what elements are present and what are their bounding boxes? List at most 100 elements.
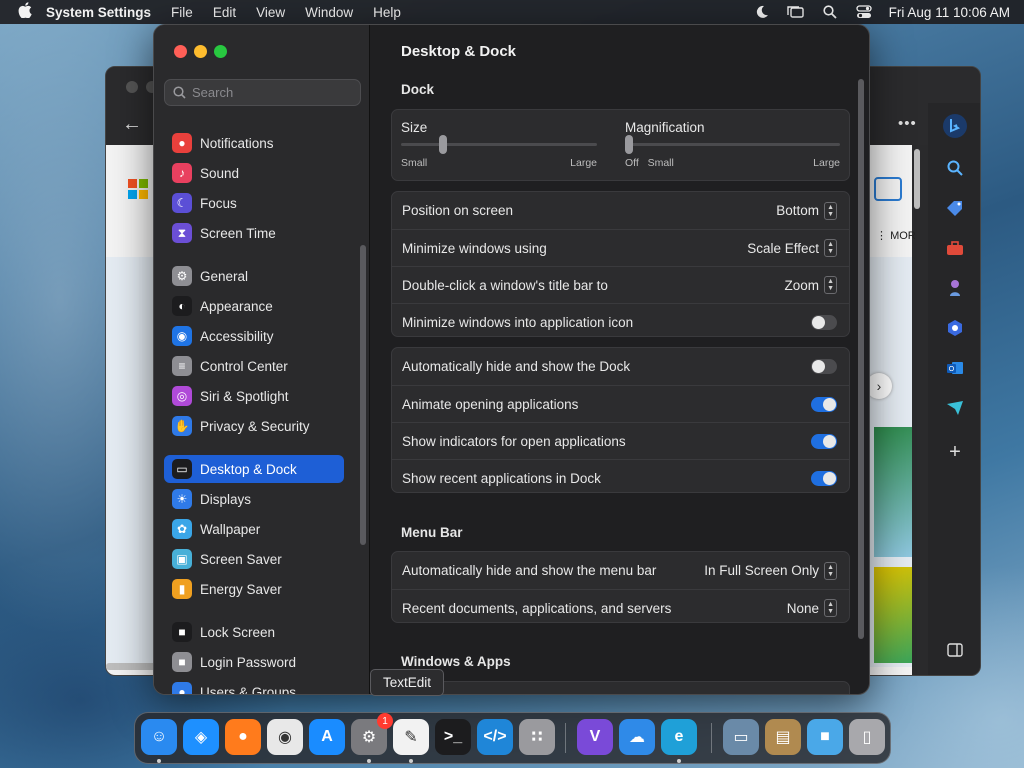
stage-manager-icon[interactable] bbox=[779, 5, 813, 19]
zoom-button[interactable] bbox=[214, 45, 227, 58]
content-scrollbar[interactable] bbox=[858, 79, 864, 639]
running-indicator bbox=[677, 759, 681, 763]
send-icon[interactable] bbox=[942, 395, 968, 421]
shopping-tag-icon[interactable] bbox=[942, 195, 968, 221]
sidebar-item-login-password[interactable]: ■ Login Password bbox=[164, 648, 344, 676]
add-icon[interactable]: + bbox=[942, 439, 968, 465]
popup-button[interactable]: Bottom ▲ ▼ bbox=[776, 201, 837, 220]
finder-icon[interactable]: ☺ bbox=[141, 719, 177, 755]
sidebar-item-focus[interactable]: ☾ Focus bbox=[164, 189, 344, 217]
sidebar-item-label: Sound bbox=[200, 165, 240, 181]
menu-window[interactable]: Window bbox=[295, 5, 363, 20]
close-button[interactable] bbox=[174, 45, 187, 58]
more-options-icon[interactable]: ••• bbox=[898, 115, 917, 132]
launchpad-icon[interactable]: ∷ bbox=[519, 719, 555, 755]
sidebar-item-screen-saver[interactable]: ▣ Screen Saver bbox=[164, 545, 344, 573]
toggle-switch[interactable] bbox=[811, 433, 837, 449]
menu-view[interactable]: View bbox=[246, 5, 295, 20]
weather-icon[interactable]: ☁ bbox=[619, 719, 655, 755]
menu-edit[interactable]: Edit bbox=[203, 5, 246, 20]
popup-button[interactable]: Scale Effect ▲ ▼ bbox=[747, 239, 837, 257]
sidebar-item-sound[interactable]: ♪ Sound bbox=[164, 159, 344, 187]
menu-file[interactable]: File bbox=[161, 5, 203, 20]
sidebar-item-general[interactable]: ⚙ General bbox=[164, 262, 344, 290]
sidebar-item-siri-spotlight[interactable]: ◎ Siri & Spotlight bbox=[164, 382, 344, 410]
sidebar-item-notifications[interactable]: ● Notifications bbox=[164, 129, 344, 157]
siri-icon: ◎ bbox=[172, 386, 192, 406]
page-title: Desktop & Dock bbox=[401, 43, 517, 60]
back-arrow-icon[interactable]: ← bbox=[122, 113, 142, 136]
setting-row: Animate opening applications bbox=[392, 385, 849, 422]
sidebar-item-control-center[interactable]: ≡ Control Center bbox=[164, 352, 344, 380]
search-field[interactable] bbox=[164, 79, 361, 106]
textedit-icon[interactable]: ✎ bbox=[393, 719, 429, 755]
menu-clock[interactable]: Fri Aug 11 10:06 AM bbox=[881, 5, 1010, 20]
apple-menu-icon[interactable] bbox=[8, 2, 42, 22]
toggle-switch[interactable] bbox=[811, 359, 837, 374]
sidebar-scrollbar[interactable] bbox=[360, 245, 366, 545]
magnification-slider-thumb[interactable] bbox=[625, 135, 633, 154]
screensaver-icon: ▣ bbox=[172, 549, 192, 569]
games-icon[interactable] bbox=[942, 275, 968, 301]
menu-help[interactable]: Help bbox=[363, 5, 411, 20]
sidebar-item-desktop-dock[interactable]: ▭ Desktop & Dock bbox=[164, 455, 344, 483]
sidebar-item-accessibility[interactable]: ◉ Accessibility bbox=[164, 322, 344, 350]
more-link[interactable]: ⋮ MOR bbox=[876, 229, 916, 242]
news-card-image[interactable] bbox=[874, 567, 912, 663]
sidebar-item-wallpaper[interactable]: ✿ Wallpaper bbox=[164, 515, 344, 543]
vscode-icon[interactable]: </> bbox=[477, 719, 513, 755]
sidebar-item-privacy-security[interactable]: ✋ Privacy & Security bbox=[164, 412, 344, 440]
windows-apps-group bbox=[391, 681, 850, 694]
app-store-icon[interactable]: A bbox=[309, 719, 345, 755]
minimize-button[interactable] bbox=[194, 45, 207, 58]
horizontal-scrollbar[interactable] bbox=[106, 663, 156, 670]
chrome-icon[interactable]: ◉ bbox=[267, 719, 303, 755]
size-slider[interactable] bbox=[401, 135, 597, 154]
magnification-slider[interactable] bbox=[625, 135, 840, 154]
popup-button[interactable]: Zoom ▲ ▼ bbox=[785, 276, 837, 294]
flower-icon: ✿ bbox=[172, 519, 192, 539]
popup-value: Scale Effect bbox=[747, 240, 820, 256]
sidebar-item-lock-screen[interactable]: ■ Lock Screen bbox=[164, 618, 344, 646]
visual-search-icon[interactable] bbox=[874, 177, 902, 201]
popup-value: Bottom bbox=[776, 203, 820, 218]
safari-icon[interactable]: ◈ bbox=[183, 719, 219, 755]
window-close-button[interactable] bbox=[126, 81, 138, 93]
microsoft-365-icon[interactable] bbox=[942, 315, 968, 341]
preview-icon[interactable]: ▭ bbox=[723, 719, 759, 755]
tools-icon[interactable] bbox=[942, 235, 968, 261]
control-center-icon[interactable] bbox=[847, 5, 881, 19]
toggle-switch[interactable] bbox=[811, 396, 837, 412]
sidebar-item-displays[interactable]: ☀ Displays bbox=[164, 485, 344, 513]
moon-icon[interactable] bbox=[745, 5, 779, 19]
gear-icon: ⚙ bbox=[172, 266, 192, 286]
sidebar-item-screen-time[interactable]: ⧗ Screen Time bbox=[164, 219, 344, 247]
sidebar-item-energy-saver[interactable]: ▮ Energy Saver bbox=[164, 575, 344, 603]
system-settings-icon[interactable]: ⚙ 1 bbox=[351, 713, 393, 755]
toggle-switch[interactable] bbox=[811, 314, 837, 330]
popup-button[interactable]: None ▲ ▼ bbox=[787, 599, 837, 617]
spotlight-search-icon[interactable] bbox=[813, 5, 847, 19]
size-slider-thumb[interactable] bbox=[439, 135, 447, 154]
chevron-up-down-icon: ▲ ▼ bbox=[824, 561, 837, 580]
trash-icon[interactable]: ▯ bbox=[849, 719, 885, 755]
sidebar-item-appearance[interactable]: ◐ Appearance bbox=[164, 292, 344, 320]
folder-icon[interactable]: ■ bbox=[807, 719, 843, 755]
firefox-icon[interactable]: ● bbox=[225, 719, 261, 755]
popup-button[interactable]: In Full Screen Only ▲ ▼ bbox=[704, 561, 837, 580]
menu-app-name[interactable]: System Settings bbox=[42, 5, 161, 20]
archive-icon[interactable]: ▤ bbox=[765, 719, 801, 755]
sidebar-item-users-groups[interactable]: ● Users & Groups bbox=[164, 678, 344, 694]
toggle-switch[interactable] bbox=[811, 470, 837, 486]
search-icon[interactable] bbox=[942, 155, 968, 181]
sidebar-item-label: Siri & Spotlight bbox=[200, 388, 289, 404]
sidebar-toggle-icon[interactable] bbox=[942, 637, 968, 663]
bing-copilot-icon[interactable] bbox=[942, 113, 968, 139]
search-input[interactable] bbox=[192, 85, 352, 100]
terminal-icon[interactable]: >_ bbox=[435, 719, 471, 755]
vertical-scrollbar[interactable] bbox=[914, 149, 920, 209]
news-card-image[interactable] bbox=[874, 427, 912, 557]
outlook-icon[interactable]: O bbox=[942, 355, 968, 381]
edge-icon[interactable]: e bbox=[661, 719, 697, 755]
visual-studio-icon[interactable]: V bbox=[577, 719, 613, 755]
